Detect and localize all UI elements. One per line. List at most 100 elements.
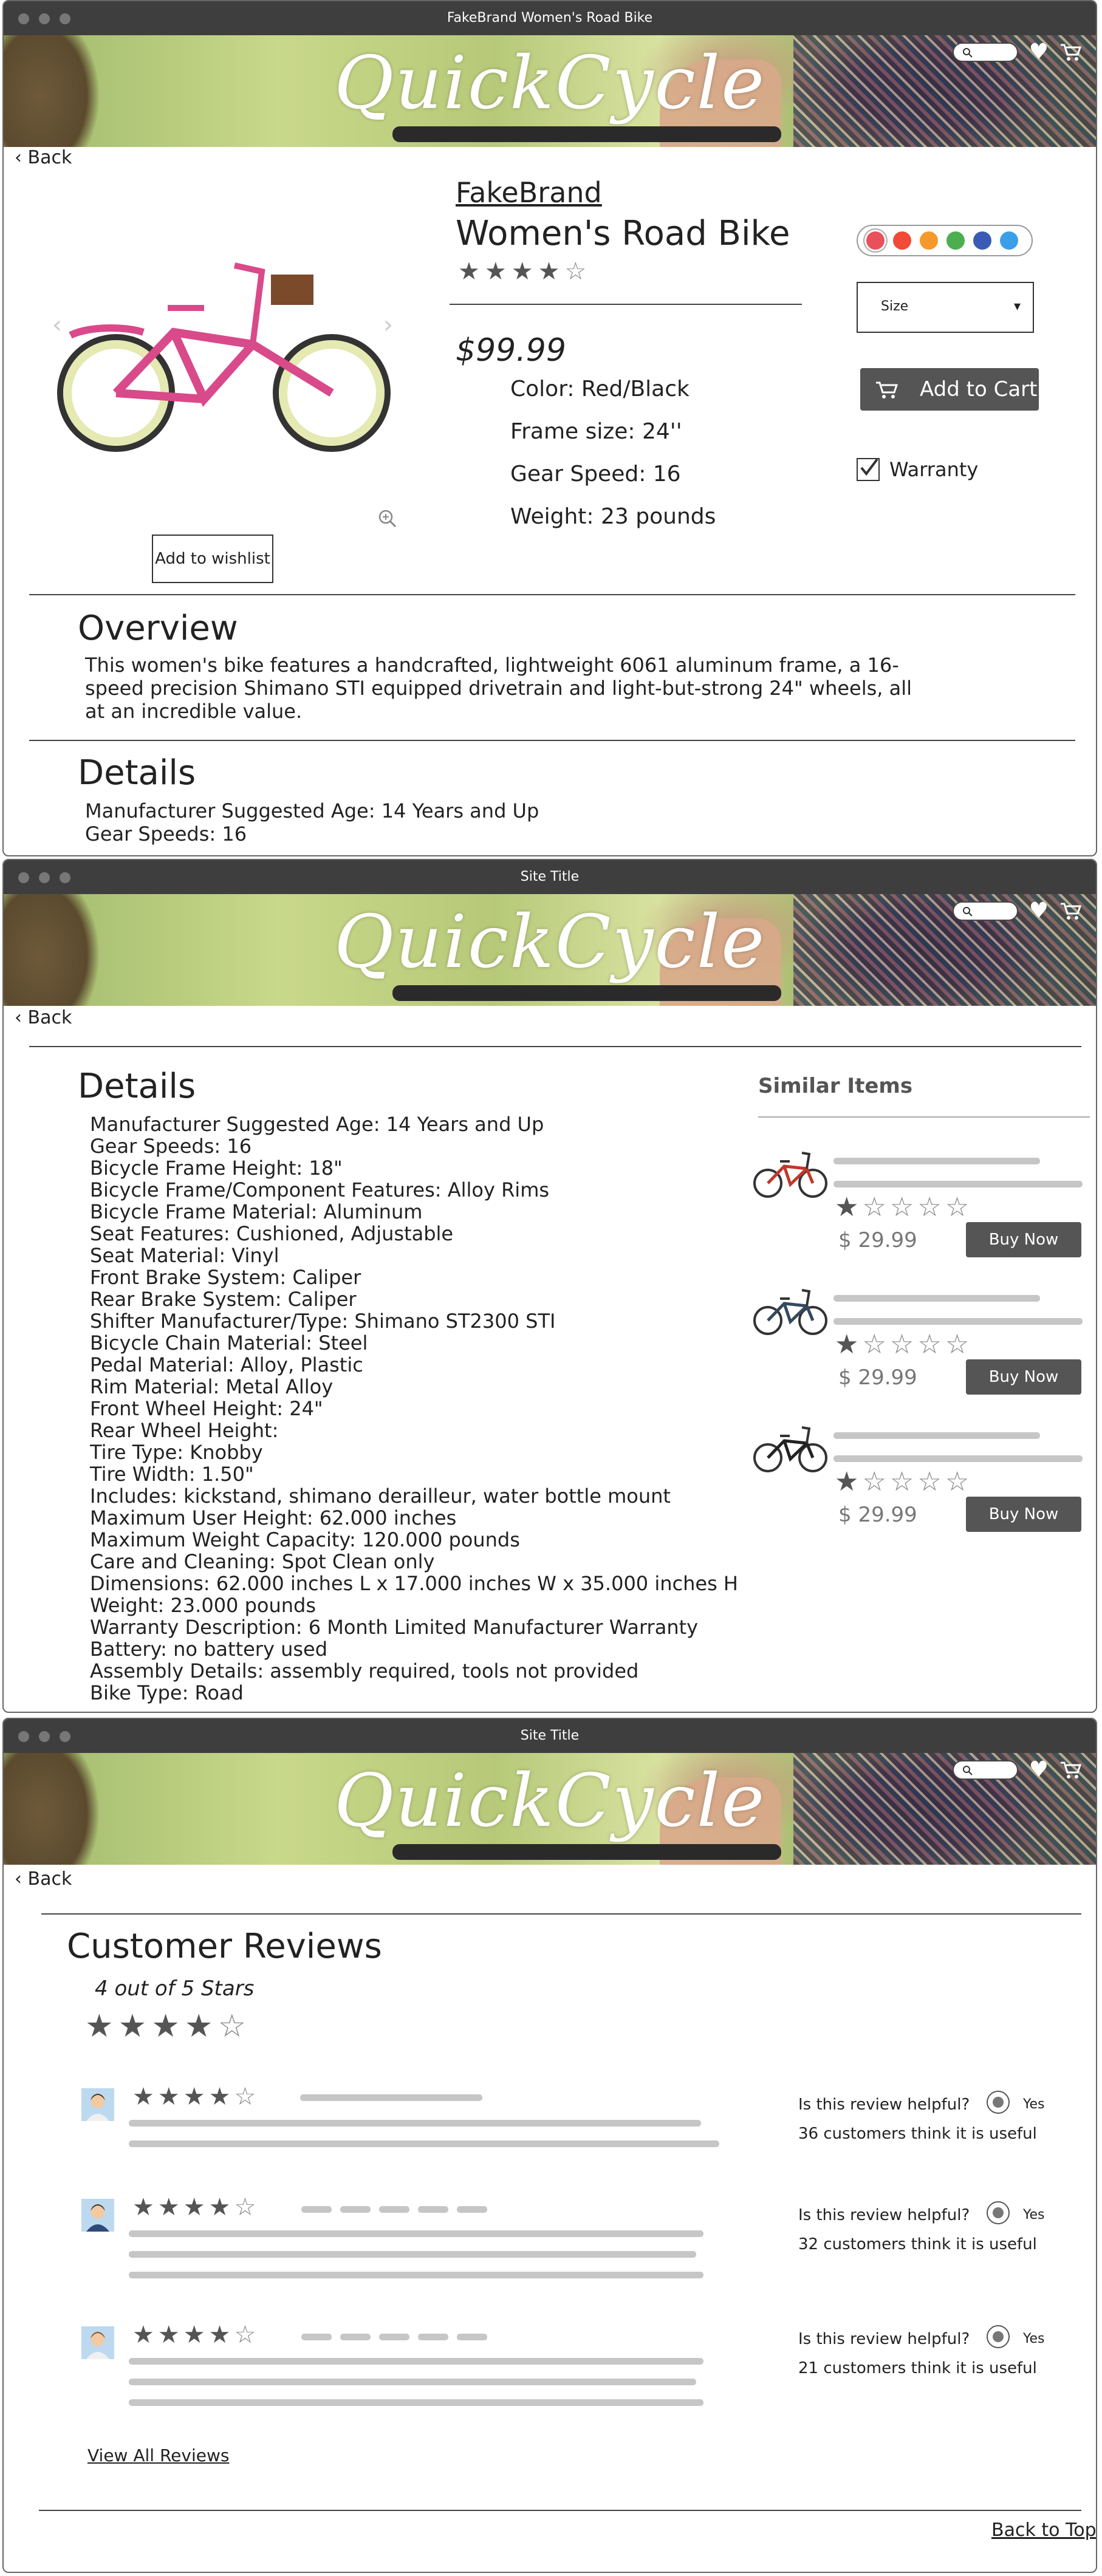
helpful-yes-radio[interactable] (987, 2201, 1010, 2224)
placeholder-line (833, 1432, 1040, 1439)
heart-icon[interactable]: ♥ (1029, 41, 1049, 63)
heart-icon[interactable]: ♥ (1029, 900, 1049, 922)
chevron-left-icon: ‹ (15, 1007, 28, 1028)
divider (758, 1116, 1090, 1118)
color-swatch[interactable] (1000, 231, 1018, 250)
back-to-top-link[interactable]: Back to Top (991, 2520, 1096, 2541)
details-line: Rear Brake System: Caliper (90, 1288, 357, 1311)
overview-line: at an incredible value. (85, 700, 303, 723)
similar-items-heading: Similar Items (758, 1074, 913, 1098)
star-empty-icon: ☆ (234, 2321, 256, 2349)
color-swatch[interactable] (866, 231, 885, 250)
color-swatch[interactable] (920, 231, 938, 250)
back-label: Back (27, 1868, 72, 1890)
size-select[interactable]: Size ▾ (857, 282, 1034, 333)
product-rating: ★ ★ ★ ★ ☆ (458, 259, 586, 284)
back-link[interactable]: ‹ Back (15, 1868, 72, 1890)
helpful-count: 36 customers think it is useful (798, 2125, 1037, 2143)
similar-item-image[interactable] (751, 1278, 830, 1345)
details-line: Bicycle Frame Height: 18" (90, 1156, 343, 1180)
view-all-reviews-link[interactable]: View All Reviews (87, 2445, 229, 2465)
similar-item-image[interactable] (751, 1415, 830, 1482)
overview-heading: Overview (78, 609, 238, 648)
site-logo[interactable]: QuickCycle (4, 900, 1096, 985)
helpful-question: Is this review helpful? (798, 2330, 970, 2348)
back-link[interactable]: ‹ Back (15, 1007, 72, 1028)
placeholder-line (129, 2251, 696, 2258)
chevron-left-icon[interactable]: ‹ (52, 311, 62, 339)
similar-item-rating: ★ ☆ ☆ ☆ ☆ (835, 1331, 969, 1358)
zoom-icon[interactable] (377, 508, 398, 529)
divider (450, 304, 802, 305)
window-details: Site Title QuickCycle ♥ ‹ Back Details M… (2, 859, 1097, 1713)
helpful-question: Is this review helpful? (798, 2096, 970, 2114)
color-swatch[interactable] (946, 231, 965, 250)
divider (29, 1046, 1081, 1047)
buy-now-button[interactable]: Buy Now (966, 1359, 1081, 1395)
cart-icon[interactable] (1059, 43, 1081, 62)
window-reviews: Site Title QuickCycle ♥ ‹ Back Customer … (2, 1718, 1097, 2573)
star-empty-icon: ☆ (945, 1329, 970, 1360)
site-logo[interactable]: QuickCycle (4, 41, 1096, 126)
site-logo[interactable]: QuickCycle (4, 1759, 1096, 1843)
buy-now-button[interactable]: Buy Now (966, 1222, 1081, 1257)
placeholder-dash (340, 2334, 371, 2340)
hero-banner: QuickCycle ♥ (4, 1753, 1096, 1865)
details-line: Battery: no battery used (90, 1638, 328, 1661)
color-swatch[interactable] (893, 231, 911, 250)
add-to-cart-button[interactable]: Add to Cart (860, 368, 1039, 411)
star-filled-icon: ★ (208, 2193, 231, 2221)
warranty-label: Warranty (889, 458, 979, 481)
star-empty-icon: ☆ (862, 1329, 886, 1360)
heart-icon[interactable]: ♥ (1029, 1759, 1049, 1781)
star-filled-icon: ★ (208, 2083, 231, 2111)
star-empty-icon: ☆ (234, 2193, 256, 2221)
star-filled-icon: ★ (132, 2321, 154, 2349)
search-input[interactable] (952, 901, 1018, 921)
details-line: Tire Type: Knobby (90, 1441, 263, 1464)
warranty-checkbox[interactable] (857, 458, 880, 481)
cart-icon[interactable] (1059, 901, 1081, 921)
color-swatch[interactable] (973, 231, 991, 250)
details-line: Front Brake System: Caliper (90, 1266, 361, 1289)
star-empty-icon: ☆ (945, 1192, 970, 1223)
search-input[interactable] (952, 43, 1018, 62)
helpful-yes-label: Yes (1023, 2097, 1045, 2112)
overall-rating: ★ ★ ★ ★ ☆ (85, 2011, 246, 2042)
cart-icon[interactable] (1059, 1760, 1081, 1780)
brand-link[interactable]: FakeBrand (456, 176, 602, 209)
placeholder-dash (379, 2334, 409, 2340)
similar-item-rating: ★ ☆ ☆ ☆ ☆ (835, 1194, 969, 1221)
star-filled-icon: ★ (538, 258, 560, 285)
avatar (81, 2088, 114, 2121)
hero-banner: QuickCycle ♥ (4, 35, 1096, 147)
star-filled-icon: ★ (132, 2083, 154, 2111)
details-line: Rear Wheel Height: (90, 1419, 279, 1442)
star-empty-icon: ☆ (862, 1192, 886, 1223)
helpful-yes-radio[interactable] (987, 2091, 1010, 2114)
divider (41, 1913, 1081, 1915)
star-filled-icon: ★ (183, 2193, 205, 2221)
star-filled-icon: ★ (85, 2008, 114, 2045)
placeholder-line (833, 1158, 1040, 1164)
helpful-yes-radio[interactable] (987, 2325, 1010, 2348)
details-line: Rim Material: Metal Alloy (90, 1375, 334, 1398)
window-title: Site Title (520, 1728, 580, 1743)
details-line: Assembly Details: assembly required, too… (90, 1659, 639, 1683)
placeholder-dash (340, 2206, 371, 2213)
avatar (81, 2326, 114, 2359)
chevron-left-icon: ‹ (15, 147, 28, 168)
star-filled-icon: ★ (118, 2008, 147, 2045)
placeholder-line (129, 2120, 701, 2127)
add-to-wishlist-button[interactable]: Add to wishlist (152, 535, 273, 583)
similar-item-image[interactable] (751, 1141, 830, 1208)
back-link[interactable]: ‹ Back (15, 147, 72, 168)
star-filled-icon: ★ (835, 1329, 859, 1360)
reviews-summary: 4 out of 5 Stars (95, 1976, 255, 2001)
star-filled-icon: ★ (183, 2083, 205, 2111)
search-input[interactable] (952, 1760, 1018, 1780)
chevron-right-icon[interactable]: › (383, 311, 393, 339)
star-empty-icon: ☆ (862, 1466, 886, 1497)
product-title: Women's Road Bike (456, 214, 790, 253)
buy-now-button[interactable]: Buy Now (966, 1497, 1081, 1532)
